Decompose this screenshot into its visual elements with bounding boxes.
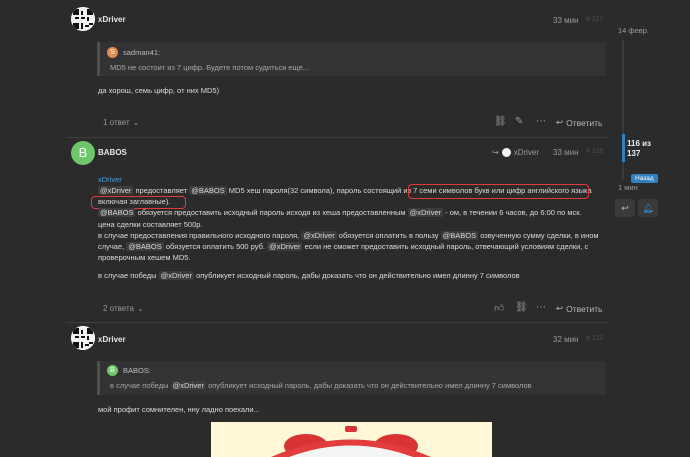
text: случае, <box>98 242 125 251</box>
link-icon[interactable]: ⛓ <box>515 302 528 313</box>
avatar[interactable]: B <box>71 141 95 165</box>
mention[interactable]: @xDriver <box>170 381 206 390</box>
quote-author: sadman41: <box>123 48 161 57</box>
quote-avatar: B <box>107 365 118 376</box>
reply-topic-button[interactable]: ↩ <box>615 199 635 217</box>
reply-arrow-icon: ↩ <box>556 303 564 313</box>
bell-icon: 🔔︎ <box>642 203 654 213</box>
avatar[interactable] <box>71 326 95 350</box>
post-number: # 119 <box>586 335 603 342</box>
reply-button[interactable]: ↩ Ответить <box>556 117 602 128</box>
text: обязуется предоставить исходный пароль и… <box>137 208 406 217</box>
chevron-down-icon: ⌄ <box>132 118 140 127</box>
post-line-7: проверочным хешем MD5. <box>98 253 191 262</box>
text: обязуется оплатить 500 руб. <box>165 242 265 251</box>
text: озвученную сумму сделки, в ином <box>480 231 599 240</box>
post-line-5: в случае предоставления правильного исхо… <box>98 230 599 241</box>
replies-toggle[interactable]: 2 ответа ⌄ <box>103 304 144 313</box>
quote-text: MD5 не состоит из 7 цифр. Будете потом с… <box>110 63 309 72</box>
replies-count: 1 ответ <box>103 118 130 127</box>
more-icon[interactable]: ⋯ <box>536 302 546 313</box>
mention[interactable]: @xDriver <box>407 208 444 217</box>
divider <box>66 137 608 138</box>
post-number: # 117 <box>586 16 603 23</box>
reply-to[interactable]: ↪ xDriver <box>492 148 539 157</box>
post-number: # 118 <box>586 148 603 155</box>
mention[interactable]: @xDriver <box>158 271 194 280</box>
link-icon[interactable]: ⛓ <box>494 116 507 127</box>
chevron-down-icon: ⌄ <box>136 304 144 313</box>
text: опубликует исходный пароль, дабы доказат… <box>196 271 520 280</box>
mention[interactable]: @BABOS <box>126 242 164 251</box>
divider <box>66 322 608 323</box>
reply-to-name: xDriver <box>513 148 540 157</box>
qr-avatar-icon <box>71 326 95 350</box>
post-body: мой профит сомнителен, нну ладно поехали… <box>98 405 260 414</box>
text: в случае победы <box>110 381 169 390</box>
text: - ом, в течении 6 часов, до 6:00 по мск. <box>445 208 582 217</box>
like-icon[interactable]: 👍︎ <box>494 302 504 314</box>
mention[interactable]: @BABOS <box>189 186 227 195</box>
highlight-box <box>408 184 589 199</box>
qr-avatar-icon <box>71 7 95 31</box>
mention[interactable]: @xDriver <box>98 186 134 195</box>
reply-to-avatar <box>501 148 511 157</box>
quote-avatar: S <box>107 47 118 58</box>
post-body: да хорош, семь цифр, от них MD5) <box>98 86 220 95</box>
quote-text: в случае победы @xDriver опубликует исхо… <box>110 381 532 390</box>
mention[interactable]: @xDriver <box>301 231 337 240</box>
timeline-position: 116 из 137 <box>627 139 652 158</box>
post-line-4: цена сделки составляет 500р. <box>98 220 203 229</box>
mention[interactable]: @BABOS <box>440 231 479 240</box>
text: если не сможет предоставить исходный пар… <box>304 242 589 251</box>
mention[interactable]: @BABOS <box>98 208 136 217</box>
post-time[interactable]: 33 мин <box>553 16 579 25</box>
replies-count: 2 ответа <box>103 304 134 313</box>
quote-header[interactable]: B BABOS: <box>107 365 151 376</box>
reply-to-arrow-icon: ↪ <box>492 148 499 157</box>
edit-icon[interactable]: ✎ <box>515 116 523 127</box>
post-image[interactable] <box>211 422 492 457</box>
back-button[interactable]: Назад <box>631 174 658 183</box>
more-icon[interactable]: ⋯ <box>536 116 546 127</box>
reply-arrow-icon: ↩ <box>556 117 564 127</box>
post-username[interactable]: BABOS <box>98 148 127 157</box>
timeline-ago[interactable]: 1 мин <box>618 183 638 192</box>
post-line-3: @BABOS обязуется предоставить исходный п… <box>98 207 582 218</box>
alarm-clock-icon <box>211 422 492 457</box>
post-time[interactable]: 33 мин <box>553 148 579 157</box>
post-username[interactable]: xDriver <box>98 335 126 344</box>
reply-button[interactable]: ↩ Ответить <box>556 303 602 314</box>
post-time[interactable]: 32 мин <box>553 335 579 344</box>
text: MD5 хеш пароля(32 символа), пароль состо… <box>228 186 418 195</box>
quote-author: BABOS: <box>123 366 151 375</box>
text: в случае победы <box>98 271 157 280</box>
mention[interactable]: @xDriver <box>267 242 303 251</box>
text: обязуется оплатить в пользу <box>338 231 439 240</box>
mention-link[interactable]: xDriver <box>98 175 122 184</box>
reply-label: Ответить <box>566 117 603 128</box>
timeline-handle[interactable] <box>622 134 625 162</box>
post-line-8: в случае победы @xDriver опубликует исхо… <box>98 270 520 281</box>
post-username[interactable]: xDriver <box>98 15 126 24</box>
text: предоставляет <box>135 186 188 195</box>
reply-arrow-icon: ↩ <box>621 203 629 213</box>
replies-toggle[interactable]: 1 ответ ⌄ <box>103 118 139 127</box>
timeline-date[interactable]: 14 февр. <box>618 26 649 35</box>
avatar[interactable] <box>71 7 95 31</box>
text: в случае предоставления правильного исхо… <box>98 231 300 240</box>
notifications-button[interactable]: 🔔︎ <box>638 199 658 217</box>
quote-header[interactable]: S sadman41: <box>107 47 160 58</box>
reply-label: Ответить <box>566 303 603 314</box>
post-line-6: случае, @BABOS обязуется оплатить 500 ру… <box>98 241 588 252</box>
text: опубликует исходный пароль, дабы доказат… <box>208 381 532 390</box>
